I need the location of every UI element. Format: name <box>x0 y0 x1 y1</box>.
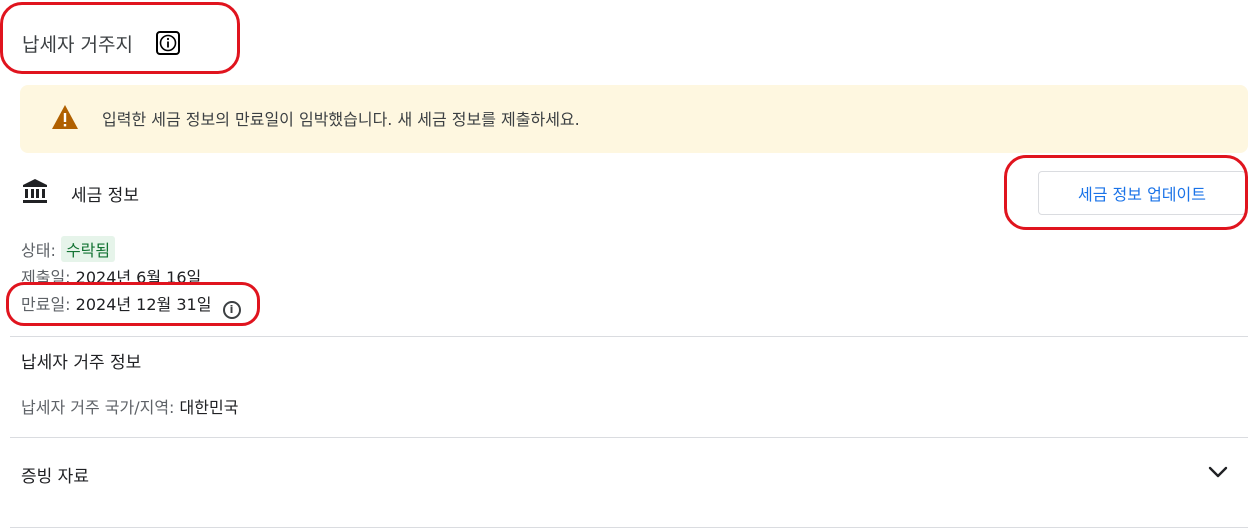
status-row: 상태: 수락됨 <box>21 236 116 262</box>
page-title: 납세자 거주지 <box>22 34 133 56</box>
expiry-label: 만료일: <box>21 295 71 314</box>
divider <box>10 527 1248 528</box>
residency-heading: 납세자 거주 정보 <box>21 353 142 373</box>
tax-info-heading: 세금 정보 <box>71 186 139 206</box>
warning-icon <box>51 104 79 134</box>
expiry-info-icon[interactable]: i <box>222 300 241 319</box>
expiry-value: 2024년 12월 31일 <box>75 295 212 314</box>
divider <box>10 437 1248 438</box>
residency-country-row: 납세자 거주 국가/지역: 대한민국 <box>21 394 238 418</box>
update-tax-info-button[interactable]: 세금 정보 업데이트 <box>1038 171 1246 215</box>
status-badge: 수락됨 <box>60 236 116 262</box>
documents-heading[interactable]: 증빙 자료 <box>21 462 89 487</box>
expiry-row: 만료일: 2024년 12월 31일 i <box>21 291 241 319</box>
info-icon[interactable] <box>156 31 180 55</box>
submitted-value: 2024년 6월 16일 <box>75 268 202 287</box>
divider <box>10 336 1248 337</box>
bank-icon <box>22 178 48 208</box>
submitted-label: 제출일: <box>21 268 71 287</box>
chevron-down-icon[interactable] <box>1208 464 1228 483</box>
residency-country-label: 납세자 거주 국가/지역: <box>21 398 175 417</box>
status-label: 상태: <box>21 241 56 260</box>
residency-country-value: 대한민국 <box>179 398 239 417</box>
warning-message: 입력한 세금 정보의 만료일이 임박했습니다. 새 세금 정보를 제출하세요. <box>102 110 580 129</box>
submitted-row: 제출일: 2024년 6월 16일 <box>21 264 201 288</box>
